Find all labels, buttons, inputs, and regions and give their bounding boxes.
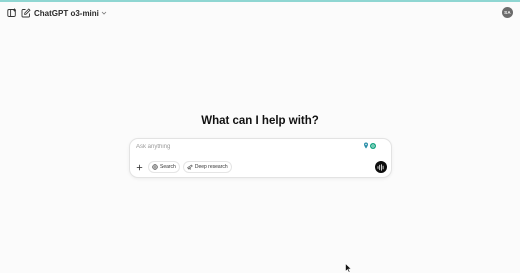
sidebar-icon xyxy=(7,8,16,17)
page-title: What can I help with? xyxy=(201,115,319,127)
avatar-initials: SA xyxy=(504,10,511,15)
attach-button[interactable] xyxy=(134,162,145,173)
plus-icon xyxy=(136,164,143,170)
model-name: ChatGPT o3-mini xyxy=(34,8,99,18)
chevron-down-icon xyxy=(101,9,109,17)
globe-icon xyxy=(152,164,158,170)
search-label: Search xyxy=(160,164,176,170)
deep-research-label: Deep research xyxy=(194,164,228,170)
telescope-icon xyxy=(187,164,193,170)
voice-mode-button[interactable] xyxy=(375,161,387,173)
extension-icons xyxy=(363,142,376,149)
avatar[interactable]: SA xyxy=(502,7,513,18)
composer-toolbar: Search Deep research xyxy=(134,161,232,173)
search-button[interactable]: Search xyxy=(148,161,180,173)
prompt-input[interactable] xyxy=(136,142,356,152)
toggle-sidebar-button[interactable] xyxy=(5,6,19,20)
location-pin-icon[interactable] xyxy=(363,142,369,149)
deep-research-button[interactable]: Deep research xyxy=(182,161,232,173)
edit-icon xyxy=(21,8,31,18)
new-chat-button[interactable] xyxy=(19,6,33,20)
grammar-extension-icon[interactable] xyxy=(370,142,376,149)
message-composer: Search Deep research xyxy=(129,138,392,178)
voice-waveform-icon xyxy=(377,163,384,171)
model-selector[interactable]: ChatGPT o3-mini xyxy=(34,7,109,19)
top-bar: ChatGPT o3-mini SA xyxy=(0,2,520,24)
